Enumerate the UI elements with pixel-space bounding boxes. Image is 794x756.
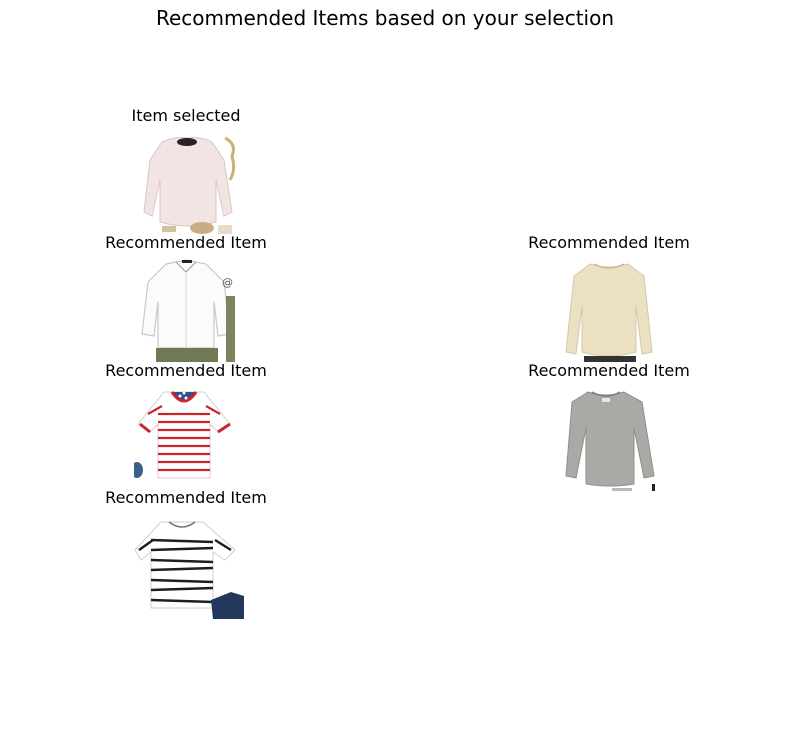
pink-knit-sweater-image — [140, 130, 237, 235]
recommended-item-image[interactable]: @ — [138, 256, 235, 362]
recommended-item-image[interactable] — [131, 512, 244, 619]
svg-text:@: @ — [222, 276, 233, 289]
recommended-item-image[interactable] — [562, 256, 657, 362]
recommended-item-label: Recommended Item — [105, 233, 267, 252]
beige-long-sleeve-top-image — [562, 256, 657, 362]
recommended-item-label: Recommended Item — [528, 233, 690, 252]
recommended-item-label: Recommended Item — [105, 488, 267, 507]
recommended-item-image[interactable] — [134, 384, 235, 483]
black-striped-tee-image — [131, 512, 244, 619]
page-title: Recommended Items based on your selectio… — [155, 6, 615, 30]
selected-item-image[interactable] — [140, 130, 237, 235]
grey-long-sleeve-top-image — [562, 384, 657, 491]
recommended-item-label: Recommended Item — [105, 361, 267, 380]
selected-item-label: Item selected — [131, 106, 241, 125]
white-button-shirt-image: @ — [138, 256, 235, 362]
red-striped-tee-image — [134, 384, 235, 483]
recommended-item-image[interactable] — [562, 384, 657, 491]
recommended-item-label: Recommended Item — [528, 361, 690, 380]
